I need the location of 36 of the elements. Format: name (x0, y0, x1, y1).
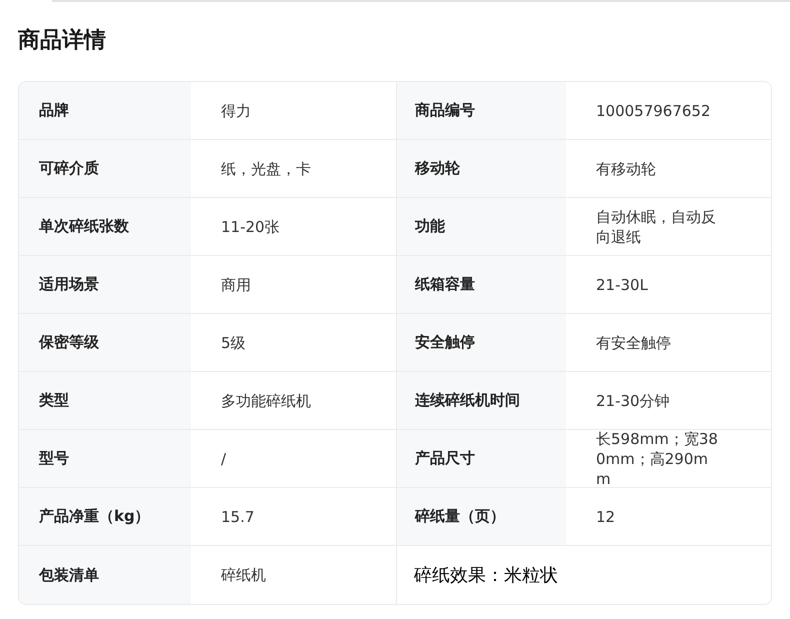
spec-label: 适用场景 (19, 256, 191, 314)
spec-label: 类型 (19, 372, 191, 430)
spec-value: 5级 (221, 332, 246, 352)
spec-label: 碎纸量（页） (396, 488, 566, 546)
spec-label: 连续碎纸机时间 (396, 372, 566, 430)
spec-value: 得力 (221, 100, 251, 120)
spec-value: 长598mm；宽380mm；高290mm (596, 428, 719, 488)
spec-label: 移动轮 (396, 140, 566, 198)
spec-value: 有移动轮 (596, 158, 656, 178)
spec-value: 15.7 (221, 506, 254, 526)
spec-value: 纸，光盘，卡 (221, 158, 311, 178)
spec-value: 多功能碎纸机 (221, 390, 311, 410)
spec-label: 型号 (19, 430, 191, 488)
spec-label: 安全触停 (396, 314, 566, 372)
spec-value: 自动休眠，自动反向退纸 (596, 206, 717, 246)
spec-label: 纸箱容量 (396, 256, 566, 314)
spec-label: 商品编号 (396, 82, 566, 140)
spec-value: 100057967652 (596, 100, 711, 120)
spec-label: 单次碎纸张数 (19, 198, 191, 256)
spec-label: 产品尺寸 (396, 430, 566, 488)
spec-value: 21-30L (596, 274, 648, 294)
spec-value: 商用 (221, 274, 251, 294)
spec-value: 碎纸机 (221, 565, 266, 585)
spec-label: 保密等级 (19, 314, 191, 372)
spec-label: 产品净重（kg） (19, 488, 191, 546)
spec-value: 21-30分钟 (596, 390, 670, 410)
section-title: 商品详情 (18, 27, 107, 55)
spec-value: 11-20张 (221, 216, 280, 236)
spec-note: 碎纸效果：米粒状 (414, 564, 558, 587)
spec-value: 12 (596, 506, 616, 526)
spec-value: 有安全触停 (596, 332, 671, 352)
spec-label: 功能 (396, 198, 566, 256)
spec-label: 可碎介质 (19, 140, 191, 198)
spec-label: 品牌 (19, 82, 191, 140)
spec-label: 包装清单 (19, 546, 191, 604)
spec-value: / (221, 448, 226, 468)
